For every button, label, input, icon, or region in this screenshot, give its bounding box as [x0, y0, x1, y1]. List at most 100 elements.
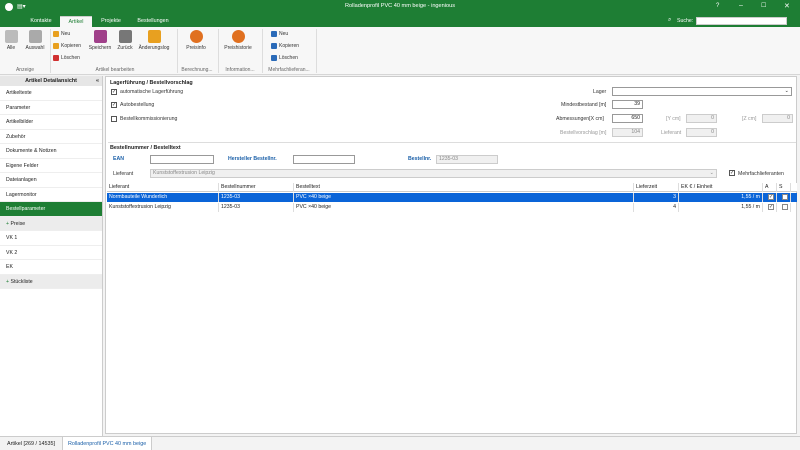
neu2-button[interactable]: Neu — [271, 31, 288, 37]
auto-lager-label: automatische Lagerführung — [120, 89, 184, 95]
help-icon[interactable]: ? — [716, 3, 719, 9]
bestellkommission-label: Bestellkommissionierung — [120, 116, 178, 122]
mindest-label: Mindestbestand [m] — [561, 102, 607, 108]
sidebar-header: Artikel Detailansicht « — [0, 76, 102, 86]
table-row[interactable]: Kunststoffextrusion Leipzig 1235-03 PVC … — [107, 203, 797, 212]
table-row[interactable]: Normbauteile Wunderlich 1235-03 PVC ×40 … — [107, 193, 797, 202]
status-tab-artikel[interactable]: Artikel [269 / 14535] — [2, 437, 60, 450]
sidebar-item-artikelbilder[interactable]: Artikelbilder — [0, 115, 102, 130]
speichern-button[interactable]: Speichern — [88, 30, 112, 51]
aenderungslog-button[interactable]: Änderungslog — [137, 30, 171, 51]
tab-projekte[interactable]: Projekte — [94, 16, 128, 27]
preisinfo-button[interactable]: Preisinfo — [183, 30, 209, 51]
cell-ek: 1,55 / m — [679, 203, 763, 212]
bestellkommission-checkbox[interactable] — [111, 116, 117, 122]
tab-artikel[interactable]: Artikel — [60, 16, 92, 27]
sidebar-item-lagermonitor[interactable]: Lagermonitor — [0, 188, 102, 202]
col-header-lieferant[interactable]: Lieferant — [107, 183, 219, 192]
ean-input[interactable] — [150, 155, 214, 164]
cell-lieferant: Kunststoffextrusion Leipzig — [107, 203, 219, 212]
lieferant-label: Lieferant — [113, 171, 134, 177]
preishistorie-button[interactable]: Preishistorie — [221, 30, 255, 51]
col-header-bestellnummer[interactable]: Bestellnummer — [219, 183, 294, 192]
col-header-a[interactable]: A — [763, 183, 777, 192]
sidebar-item-vk2[interactable]: VK 2 — [0, 246, 102, 260]
abmessungen-label: Abmessungen[X cm] — [556, 116, 604, 122]
cell-a: ✓ — [763, 203, 777, 212]
y-input[interactable]: 0 — [686, 114, 717, 123]
minimize-icon[interactable]: – — [739, 2, 743, 9]
sidebar-item-bestellparameter[interactable]: Bestellparameter — [0, 202, 102, 217]
loeschen-button[interactable]: Löschen — [53, 55, 80, 61]
kopieren-button[interactable]: Kopieren — [53, 43, 81, 49]
abmessungen-input[interactable]: 650 — [612, 114, 643, 123]
mehrfach-label: Mehrfachlieferanten — [738, 171, 784, 177]
search-input[interactable] — [696, 17, 787, 25]
delete-icon — [53, 55, 59, 61]
new-icon — [53, 31, 59, 37]
sidebar-item-vk1[interactable]: VK 1 — [0, 231, 102, 246]
chevron-down-icon: ⌄ — [784, 88, 789, 94]
cell-bestelltext: PVC ×40 beige — [294, 193, 634, 202]
s-checkbox[interactable] — [782, 203, 788, 210]
window-title: Rolladenprofil PVC 40 mm beige - ingenio… — [344, 3, 456, 9]
tab-bestellungen[interactable]: Bestellungen — [131, 16, 175, 27]
sidebar-group-stueckliste[interactable]: + Stückliste — [0, 274, 102, 289]
sidebar-item-parameter[interactable]: Parameter — [0, 101, 102, 115]
bestellnr-label: Bestellnr. — [408, 156, 432, 162]
sidebar-item-eigene-felder[interactable]: Eigene Felder — [0, 159, 102, 173]
neu-button[interactable]: Neu — [53, 31, 70, 37]
auswahl-button[interactable]: Auswahl — [22, 30, 48, 51]
kopieren2-button[interactable]: Kopieren — [271, 43, 299, 49]
section-title-lager: Lagerführung / Bestellvorschlag — [110, 80, 193, 86]
loeschen2-button[interactable]: Löschen — [271, 55, 298, 61]
cell-lieferzeit: 4 — [634, 203, 679, 212]
vorschlag-label: Bestellvorschlag [m] — [560, 130, 607, 136]
auto-lager-checkbox[interactable]: ✓ — [111, 89, 117, 95]
cell-s — [777, 193, 791, 202]
sidebar-item-zubehoer[interactable]: Zubehör — [0, 130, 102, 144]
group-label-anzeige: Anzeige — [15, 67, 35, 73]
section-title-bestell: Bestellnummer / Bestelltext — [110, 145, 181, 151]
z-input[interactable]: 0 — [762, 114, 793, 123]
lager-label: Lager — [593, 89, 607, 95]
title-bar: ▤▾ Rolladenprofil PVC 40 mm beige - inge… — [0, 0, 800, 15]
col-header-s[interactable]: S — [777, 183, 791, 192]
zurueck-button[interactable]: Zurück — [115, 30, 135, 51]
close-icon[interactable]: ✕ — [784, 2, 790, 10]
hersteller-input[interactable] — [293, 155, 355, 164]
s-checkbox[interactable] — [782, 193, 788, 200]
price-info-icon — [189, 30, 203, 43]
cell-lieferzeit: 3 — [634, 193, 679, 202]
col-header-lieferzeit[interactable]: Lieferzeit — [634, 183, 679, 192]
a-checkbox[interactable]: ✓ — [768, 203, 774, 210]
filter-list-icon — [28, 30, 42, 43]
status-tab-detail[interactable]: Rolladenprofil PVC 40 mm beige — [62, 437, 153, 450]
cell-bestelltext: PVC ×40 beige — [294, 203, 634, 212]
group-label-bearbeiten: Artikel bearbeiten — [95, 67, 135, 73]
sidebar-item-artikeltexte[interactable]: Artikeltexte — [0, 86, 102, 101]
mindest-input[interactable]: 39 — [612, 100, 643, 109]
collapse-icon[interactable]: « — [96, 76, 99, 86]
autobestellung-checkbox[interactable]: ✓ — [111, 102, 117, 108]
bestellnr-input: 1235-03 — [436, 155, 498, 164]
sidebar: Artikel Detailansicht « Artikeltexte Par… — [0, 76, 103, 436]
mehrfach-checkbox[interactable]: ✓ — [729, 170, 735, 176]
lager-select[interactable]: ⌄ — [612, 87, 792, 96]
cell-bestellnummer: 1235-03 — [219, 203, 294, 212]
col-header-bestelltext[interactable]: Bestelltext — [294, 183, 634, 192]
alle-button[interactable]: Alle — [3, 30, 19, 51]
ribbon-separator — [50, 29, 51, 73]
cell-lieferant: Normbauteile Wunderlich — [107, 193, 219, 202]
ribbon: Alle Auswahl Neu Kopieren Löschen Speich… — [0, 27, 800, 75]
maximize-icon[interactable]: ☐ — [761, 2, 766, 9]
sidebar-item-dokumente[interactable]: Dokumente & Notizen — [0, 144, 102, 159]
sidebar-group-preise[interactable]: + Preise — [0, 216, 102, 231]
a-checkbox[interactable]: ✓ — [768, 193, 774, 200]
tab-kontakte[interactable]: Kontakte — [24, 16, 58, 27]
sidebar-item-ek[interactable]: EK — [0, 260, 102, 275]
col-header-ek[interactable]: EK € / Einheit — [679, 183, 763, 192]
group-label-information: Information... — [225, 67, 255, 73]
lieferant-zeit-label: Lieferant — [661, 130, 682, 136]
sidebar-item-dateianlagen[interactable]: Dateianlagen — [0, 173, 102, 188]
